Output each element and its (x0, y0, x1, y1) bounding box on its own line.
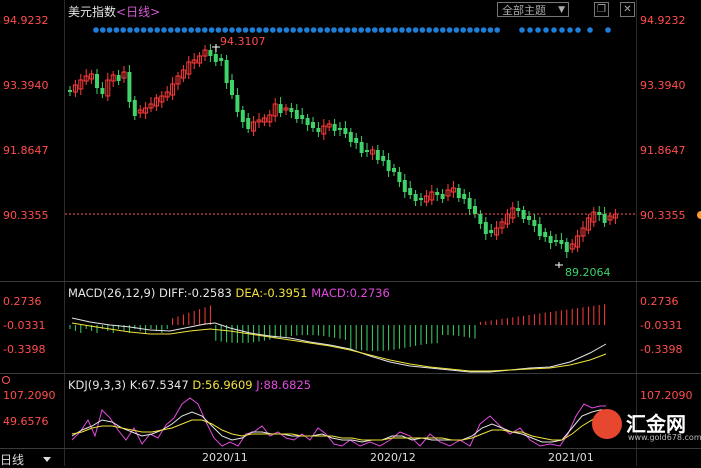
x-label-1: 2020/11 (202, 451, 248, 464)
kdj-chart[interactable] (0, 0, 701, 466)
watermark: 汇金网 www.gold678.com (592, 407, 701, 447)
kdj-d-line (71, 414, 607, 441)
x-label-2: 2020/12 (370, 451, 416, 464)
period-tab-arrow-icon[interactable] (43, 457, 51, 462)
x-label-3: 2021/01 (548, 451, 594, 464)
period-tab[interactable]: 日线 (0, 451, 24, 468)
brand-logo-icon (592, 409, 622, 439)
kdj-j-line (71, 397, 606, 447)
brand-url: www.gold678.com (628, 433, 701, 442)
